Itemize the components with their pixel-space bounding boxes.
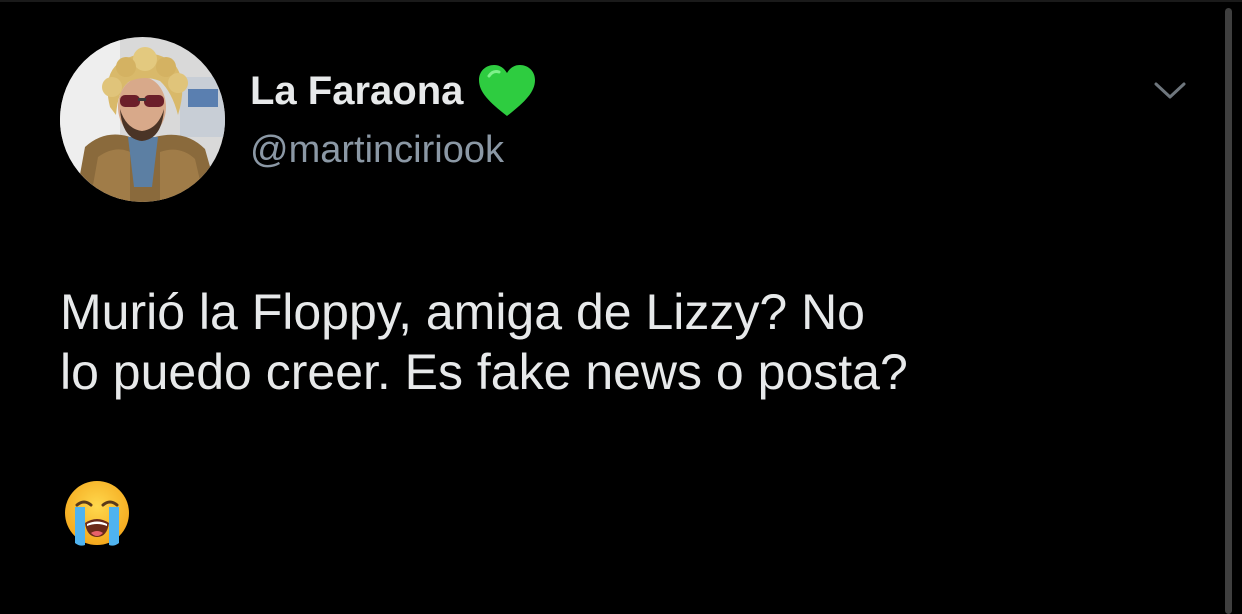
avatar[interactable] xyxy=(60,37,225,202)
display-name-text[interactable]: La Faraona xyxy=(250,65,463,117)
green-heart-icon xyxy=(477,64,537,118)
top-divider xyxy=(0,0,1242,2)
tweet-text-line: lo puedo creer. Es fake news o posta? xyxy=(60,344,908,400)
tweet-text-line: Murió la Floppy, amiga de Lizzy? No xyxy=(60,284,865,340)
loudly-crying-face-icon xyxy=(63,479,131,547)
scrollbar[interactable] xyxy=(1225,8,1232,614)
user-handle[interactable]: @martinciriook xyxy=(250,126,504,174)
display-name[interactable]: La Faraona xyxy=(250,64,537,118)
tweet-text: Murió la Floppy, amiga de Lizzy? No lo p… xyxy=(60,282,1200,402)
avatar-image xyxy=(60,37,225,202)
chevron-down-icon[interactable] xyxy=(1150,76,1190,104)
tweet-card: La Faraona @martinciriook Murió la Flopp… xyxy=(0,0,1242,614)
